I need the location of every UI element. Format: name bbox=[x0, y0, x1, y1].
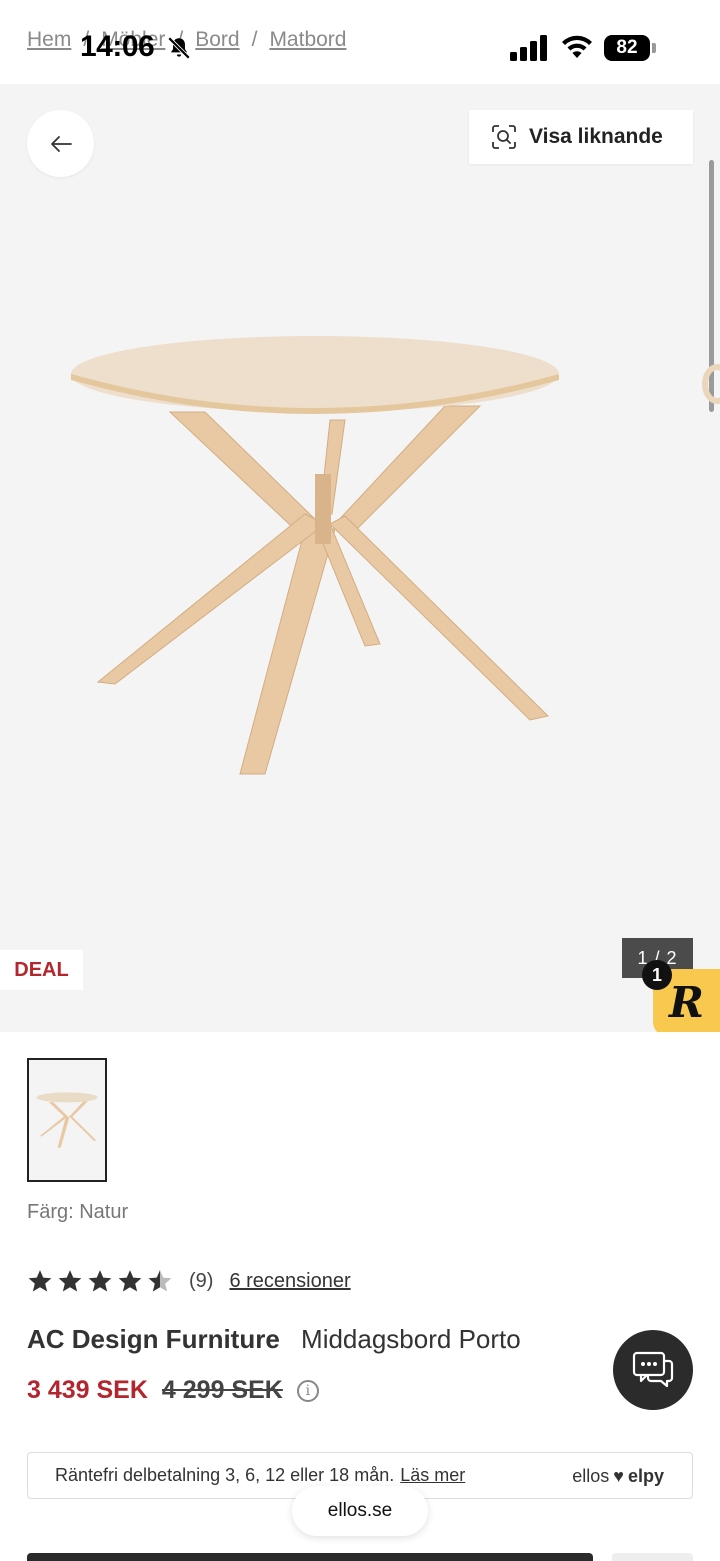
sale-price: 3 439 SEK bbox=[27, 1376, 148, 1404]
original-price: 4 299 SEK bbox=[161, 1376, 283, 1404]
deal-badge: DEAL bbox=[0, 950, 83, 990]
rewards-logo: R bbox=[669, 978, 704, 1027]
bell-muted-icon bbox=[167, 36, 191, 60]
price-row: 3 439 SEK 4 299 SEK i bbox=[27, 1376, 319, 1405]
browser-url-bar[interactable]: ellos.se bbox=[292, 1486, 428, 1536]
rating-count: (9) bbox=[189, 1269, 214, 1292]
visual-search-icon bbox=[492, 125, 516, 149]
top-bar: Hem / Möbler / Bord / Matbord 14:06 82 bbox=[0, 0, 720, 84]
breadcrumb-separator: / bbox=[251, 28, 258, 51]
rewards-count-badge: 1 bbox=[642, 960, 672, 990]
read-more-link[interactable]: Läs mer bbox=[400, 1465, 465, 1486]
breadcrumb-home[interactable]: Hem bbox=[27, 28, 71, 52]
battery-level: 82 bbox=[604, 35, 650, 61]
wifi-icon bbox=[562, 35, 592, 58]
ellos-elpy-logo: ellos ♥ elpy bbox=[572, 1466, 664, 1486]
star-half-icon bbox=[148, 1270, 172, 1292]
heart-icon: ♥ bbox=[613, 1466, 624, 1486]
back-button[interactable] bbox=[27, 110, 94, 177]
star-icon bbox=[58, 1270, 82, 1292]
rating-stars bbox=[27, 1268, 173, 1294]
info-icon[interactable]: i bbox=[296, 1379, 319, 1402]
installment-text: Räntefri delbetalning 3, 6, 12 eller 18 … bbox=[55, 1465, 395, 1485]
product-name: Middagsbord Porto bbox=[301, 1324, 521, 1354]
product-title: AC Design Furniture Middagsbord Porto bbox=[27, 1324, 521, 1355]
next-image-peek bbox=[702, 364, 720, 404]
add-to-cart-button[interactable] bbox=[27, 1553, 593, 1561]
product-image-dining-table bbox=[71, 336, 559, 775]
product-image-gallery[interactable]: Visa liknande DEAL 1 / 2 R 1 bbox=[0, 84, 720, 1032]
arrow-left-icon bbox=[50, 135, 72, 152]
battery-icon: 82 bbox=[604, 35, 656, 61]
chat-button[interactable] bbox=[613, 1330, 693, 1410]
show-similar-label: Visa liknande bbox=[529, 125, 663, 148]
star-icon bbox=[118, 1270, 142, 1292]
cellular-signal-icon bbox=[510, 35, 547, 61]
thumbnail-image bbox=[36, 1092, 98, 1148]
status-time: 14:06 bbox=[80, 30, 155, 63]
breadcrumb-dining-tables[interactable]: Matbord bbox=[269, 28, 346, 52]
star-icon bbox=[28, 1270, 52, 1292]
star-icon bbox=[88, 1270, 112, 1292]
reviews-link[interactable]: 6 recensioner bbox=[229, 1270, 350, 1293]
thumbnail-selected[interactable] bbox=[27, 1058, 107, 1182]
color-label: Färg: Natur bbox=[27, 1201, 129, 1223]
chat-icon bbox=[632, 1351, 674, 1388]
show-similar-button[interactable]: Visa liknande bbox=[469, 110, 693, 164]
favorite-button[interactable] bbox=[612, 1553, 693, 1561]
breadcrumb-tables[interactable]: Bord bbox=[195, 28, 239, 52]
rating-row[interactable]: (9) 6 recensioner bbox=[27, 1268, 351, 1294]
product-brand[interactable]: AC Design Furniture bbox=[27, 1324, 280, 1354]
